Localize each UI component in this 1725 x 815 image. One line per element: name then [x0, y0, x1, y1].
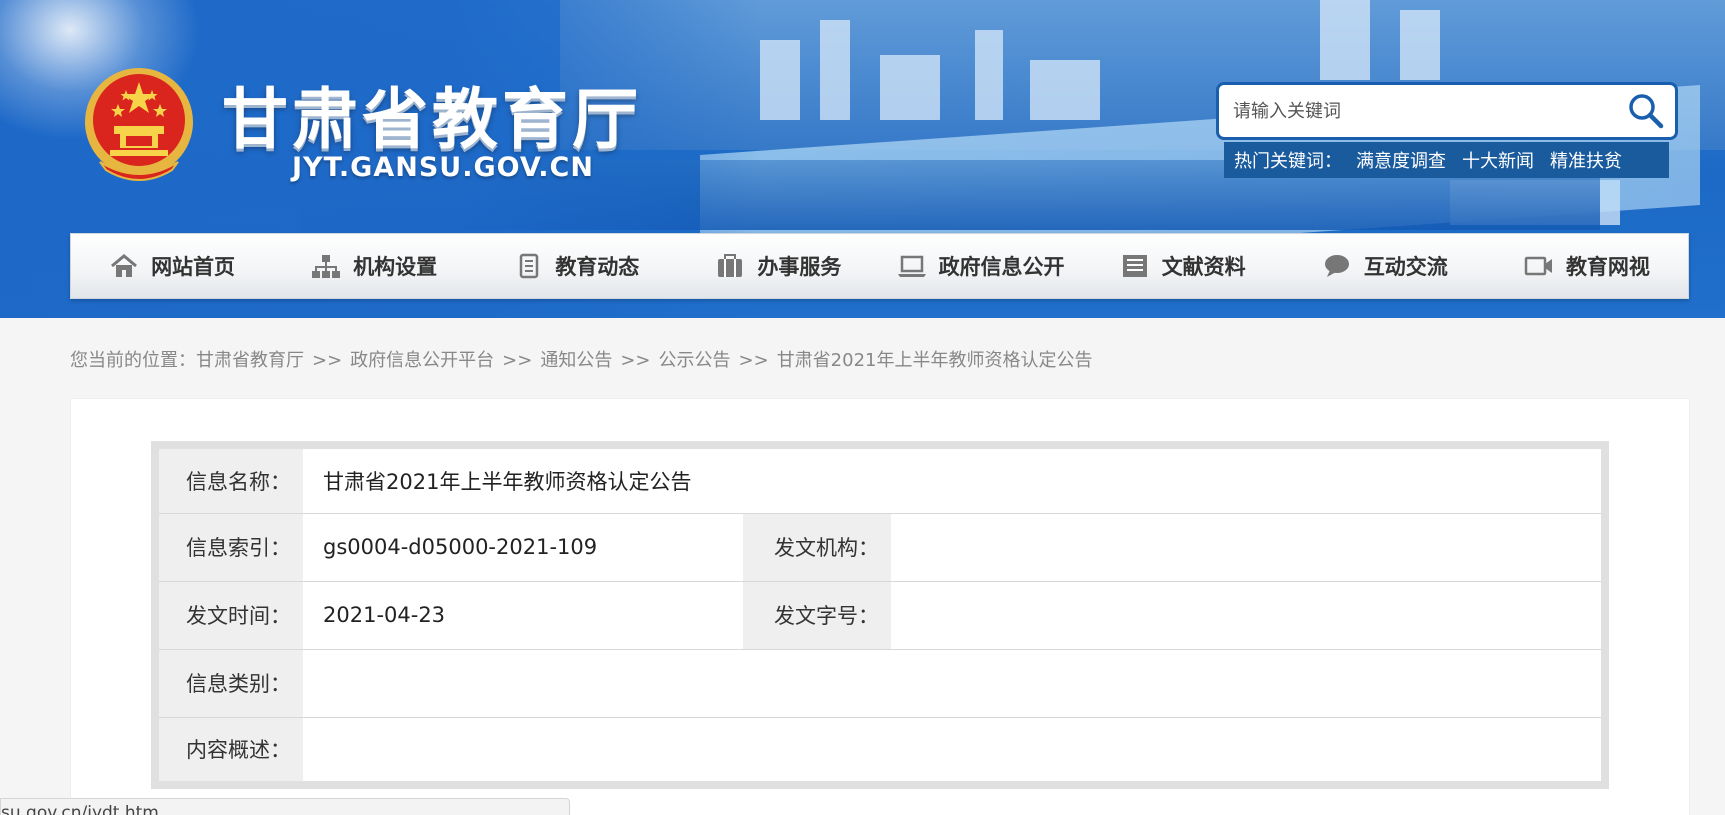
search-button[interactable]: [1625, 91, 1667, 131]
nav-item-label: 教育动态: [555, 255, 640, 279]
video-icon: [1524, 256, 1552, 276]
nav-item-home[interactable]: 网站首页: [71, 234, 273, 298]
nav-item-label: 网站首页: [151, 255, 236, 279]
info-docno-value: [891, 581, 1605, 650]
nav-item-interaction[interactable]: 互动交流: [1284, 234, 1486, 298]
info-date-value: 2021-04-23: [303, 581, 743, 650]
nav-item-label: 机构设置: [353, 255, 438, 279]
browser-status-url: su.gov.cn/jydt.htm: [0, 798, 570, 815]
search-icon: [1629, 94, 1664, 129]
national-emblem-icon: [85, 68, 193, 181]
hot-keywords-bar: 热门关键词： 满意度调查 十大新闻 精准扶贫: [1224, 142, 1669, 178]
table-row: 信息索引： gs0004-d05000-2021-109 发文机构：: [155, 513, 1605, 582]
info-date-label: 发文时间：: [155, 581, 303, 650]
breadcrumb-link[interactable]: 甘肃省教育厅: [196, 350, 304, 371]
laptop-icon: [897, 255, 926, 277]
hot-keyword-link[interactable]: 精准扶贫: [1550, 147, 1622, 173]
breadcrumb-prefix: 您当前的位置：: [70, 350, 196, 371]
breadcrumb-separator: >>: [312, 350, 343, 371]
hot-keyword-link[interactable]: 十大新闻: [1462, 147, 1534, 173]
info-index-value: gs0004-d05000-2021-109: [303, 513, 743, 582]
header-background-building: [1320, 0, 1370, 80]
nav-item-gov-info[interactable]: 政府信息公开: [880, 234, 1082, 298]
nav-item-documents[interactable]: 文献资料: [1082, 234, 1284, 298]
content-panel: 信息名称： 甘肃省2021年上半年教师资格认定公告 信息索引： gs0004-d…: [70, 398, 1690, 815]
table-row: 信息名称： 甘肃省2021年上半年教师资格认定公告: [155, 445, 1605, 514]
nav-item-organization[interactable]: 机构设置: [273, 234, 475, 298]
hot-keywords-label: 热门关键词：: [1234, 151, 1342, 172]
info-name-value: 甘肃省2021年上半年教师资格认定公告: [303, 445, 1605, 514]
home-icon: [111, 254, 138, 277]
info-org-label: 发文机构：: [743, 513, 891, 582]
table-row: 发文时间： 2021-04-23 发文字号：: [155, 581, 1605, 650]
header-background-building: [1400, 10, 1440, 80]
search-box: [1216, 82, 1678, 140]
nav-item-label: 文献资料: [1161, 255, 1246, 279]
info-org-value: [891, 513, 1605, 582]
document-icon: [520, 253, 539, 279]
breadcrumb-link[interactable]: 公示公告: [659, 350, 731, 371]
info-category-label: 信息类别：: [155, 649, 303, 718]
hot-keyword-link[interactable]: 满意度调查: [1356, 147, 1446, 173]
org-chart-icon: [312, 255, 341, 278]
table-row: 内容概述：: [155, 717, 1605, 785]
nav-item-services[interactable]: 办事服务: [677, 234, 879, 298]
breadcrumb-separator: >>: [620, 350, 651, 371]
header-background-building: [760, 40, 800, 120]
info-summary-value: [303, 717, 1605, 785]
breadcrumb-current[interactable]: 甘肃省2021年上半年教师资格认定公告: [777, 350, 1093, 371]
breadcrumb-link[interactable]: 通知公告: [540, 350, 612, 371]
breadcrumb-link[interactable]: 政府信息公开平台: [350, 350, 494, 371]
archive-icon: [1122, 255, 1147, 277]
info-table: 信息名称： 甘肃省2021年上半年教师资格认定公告 信息索引： gs0004-d…: [151, 441, 1609, 789]
chat-icon: [1324, 255, 1349, 277]
breadcrumb-separator: >>: [738, 350, 769, 371]
briefcase-icon: [718, 254, 743, 277]
table-row: 信息类别：: [155, 649, 1605, 718]
nav-item-label: 互动交流: [1363, 255, 1448, 279]
site-domain: JYT.GANSU.GOV.CN: [292, 152, 594, 183]
nav-item-label: 政府信息公开: [938, 255, 1065, 279]
nav-item-label: 办事服务: [757, 255, 842, 279]
site-title: 甘肃省教育厅: [222, 81, 642, 158]
nav-item-video[interactable]: 教育网视: [1486, 234, 1688, 298]
nav-item-label: 教育网视: [1565, 255, 1650, 279]
header-background-building: [975, 30, 1003, 120]
info-category-value: [303, 649, 1605, 718]
header-background-building: [820, 20, 850, 120]
breadcrumb-separator: >>: [502, 350, 533, 371]
info-index-label: 信息索引：: [155, 513, 303, 582]
main-nav: 网站首页 机构设置 教育动态 办事服务 政府信息公开 文献资料 互动交流 教育网…: [70, 233, 1689, 299]
breadcrumb: 您当前的位置：甘肃省教育厅 >> 政府信息公开平台 >> 通知公告 >> 公示公告 >> 甘肃省…: [70, 346, 1093, 372]
info-summary-label: 内容概述：: [155, 717, 303, 785]
header-background-building: [880, 55, 940, 120]
info-docno-label: 发文字号：: [743, 581, 891, 650]
info-name-label: 信息名称：: [155, 445, 303, 514]
search-input[interactable]: [1233, 95, 1613, 127]
header-background-building: [1030, 60, 1100, 120]
nav-item-news[interactable]: 教育动态: [475, 234, 677, 298]
